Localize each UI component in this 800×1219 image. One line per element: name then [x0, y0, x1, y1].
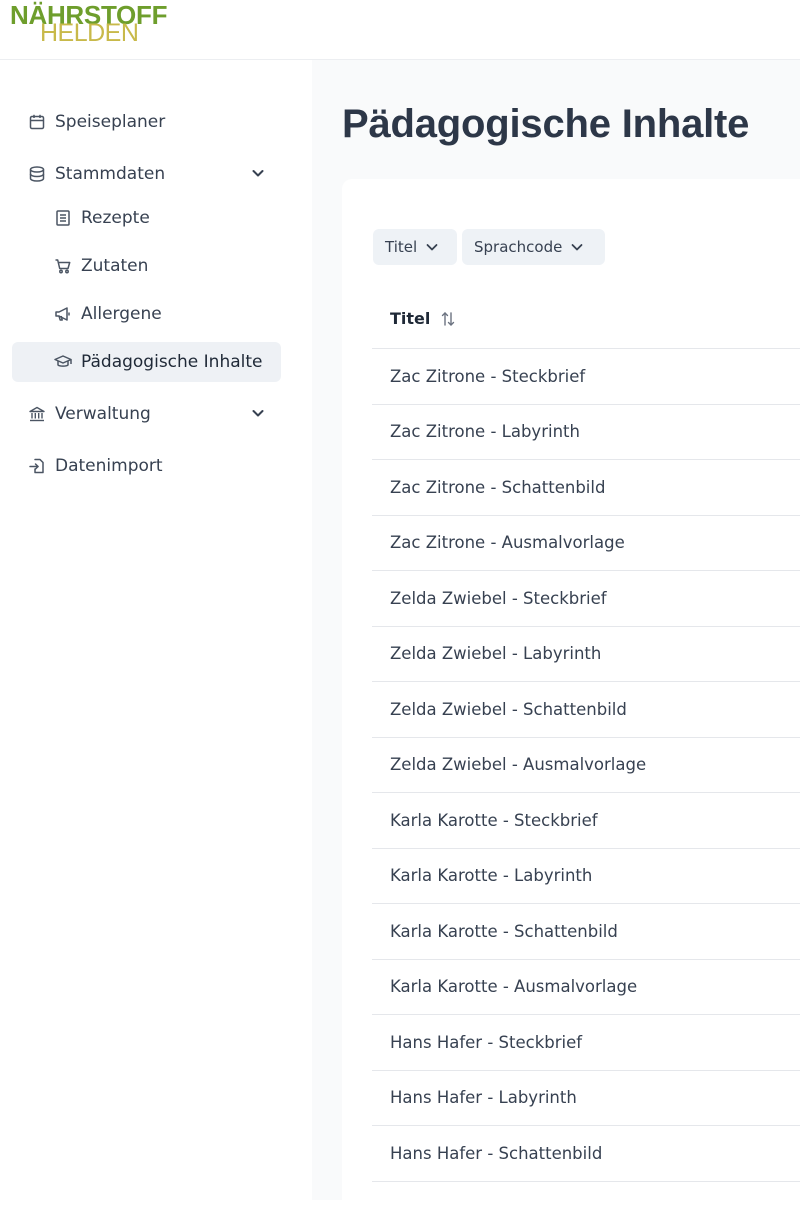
table-row[interactable]: Zelda Zwiebel - Labyrinth	[372, 627, 800, 682]
sidebar-item-verwaltung[interactable]: Verwaltung	[26, 394, 276, 434]
sidebar-item-label: Zutaten	[81, 256, 149, 276]
table-row[interactable]: Karla Karotte - Ausmalvorlage	[372, 960, 800, 1015]
table-row[interactable]: Zac Zitrone - Steckbrief	[372, 349, 800, 405]
top-header: NÄHRSTOFF HELDEN	[0, 0, 800, 60]
chevron-down-icon[interactable]	[250, 405, 266, 426]
table-row[interactable]: Zac Zitrone - Ausmalvorlage	[372, 516, 800, 571]
import-icon	[26, 455, 48, 477]
calendar-icon	[26, 111, 48, 133]
megaphone-icon	[52, 303, 74, 325]
column-header-titel[interactable]: Titel	[390, 309, 430, 328]
sidebar-item-label: Pädagogische Inhalte	[81, 352, 263, 372]
table-row[interactable]: Karla Karotte - Labyrinth	[372, 849, 800, 904]
sort-icon[interactable]	[439, 310, 457, 328]
sidebar-item-label: Speiseplaner	[55, 112, 166, 132]
table-row[interactable]: Hans Hafer - Labyrinth	[372, 1071, 800, 1126]
database-icon	[26, 163, 48, 185]
table-row[interactable]: Karla Karotte - Schattenbild	[372, 904, 800, 960]
table-header: Titel	[372, 289, 800, 349]
sidebar-item-label: Allergene	[81, 304, 162, 324]
chevron-down-icon[interactable]	[250, 165, 266, 186]
bank-icon	[26, 403, 48, 425]
sidebar-item-paedagogische-inhalte[interactable]: Pädagogische Inhalte	[12, 342, 281, 382]
sidebar-item-allergene[interactable]: Allergene	[52, 294, 282, 334]
sidebar-item-label: Verwaltung	[55, 404, 151, 424]
sidebar-item-speiseplaner[interactable]: Speiseplaner	[26, 102, 276, 142]
sidebar-item-label: Rezepte	[81, 208, 150, 228]
filter-label: Sprachcode	[474, 238, 563, 256]
filter-label: Titel	[385, 238, 418, 256]
table-row[interactable]: Zac Zitrone - Schattenbild	[372, 460, 800, 516]
sidebar-item-stammdaten[interactable]: Stammdaten	[26, 154, 276, 194]
cart-icon	[52, 255, 74, 277]
chevron-down-icon	[425, 240, 439, 254]
table-row[interactable]: Hans Hafer - Steckbrief	[372, 1015, 800, 1071]
sidebar-item-rezepte[interactable]: Rezepte	[52, 198, 282, 238]
sidebar-item-datenimport[interactable]: Datenimport	[26, 446, 276, 486]
table-row[interactable]: Karla Karotte - Steckbrief	[372, 793, 800, 849]
logo-line-2: HELDEN	[40, 19, 139, 47]
table-row[interactable]: Hans Hafer - Schattenbild	[372, 1126, 800, 1182]
sidebar-item-label: Datenimport	[55, 456, 163, 476]
sidebar-item-zutaten[interactable]: Zutaten	[52, 246, 282, 286]
table-row[interactable]: Zelda Zwiebel - Schattenbild	[372, 682, 800, 738]
page-title: Pädagogische Inhalte	[342, 102, 750, 146]
table-row[interactable]: Zac Zitrone - Labyrinth	[372, 405, 800, 460]
sidebar-item-label: Stammdaten	[55, 164, 166, 184]
main-content: Pädagogische Inhalte Titel Sprachcode Ti…	[312, 60, 800, 1219]
chevron-down-icon	[570, 240, 584, 254]
table-body: Zac Zitrone - Steckbrief Zac Zitrone - La…	[372, 349, 800, 1182]
table-row[interactable]: Zelda Zwiebel - Steckbrief	[372, 571, 800, 627]
content-card: Titel Sprachcode Titel Zac Zitrone - Ste…	[342, 179, 800, 1219]
sidebar: Speiseplaner Stammdaten Rezepte Zutaten …	[0, 60, 312, 1200]
table-row[interactable]: Zelda Zwiebel - Ausmalvorlage	[372, 738, 800, 793]
filter-sprachcode-button[interactable]: Sprachcode	[462, 229, 605, 265]
graduation-cap-icon	[52, 351, 74, 373]
filter-titel-button[interactable]: Titel	[373, 229, 457, 265]
book-icon	[52, 207, 74, 229]
